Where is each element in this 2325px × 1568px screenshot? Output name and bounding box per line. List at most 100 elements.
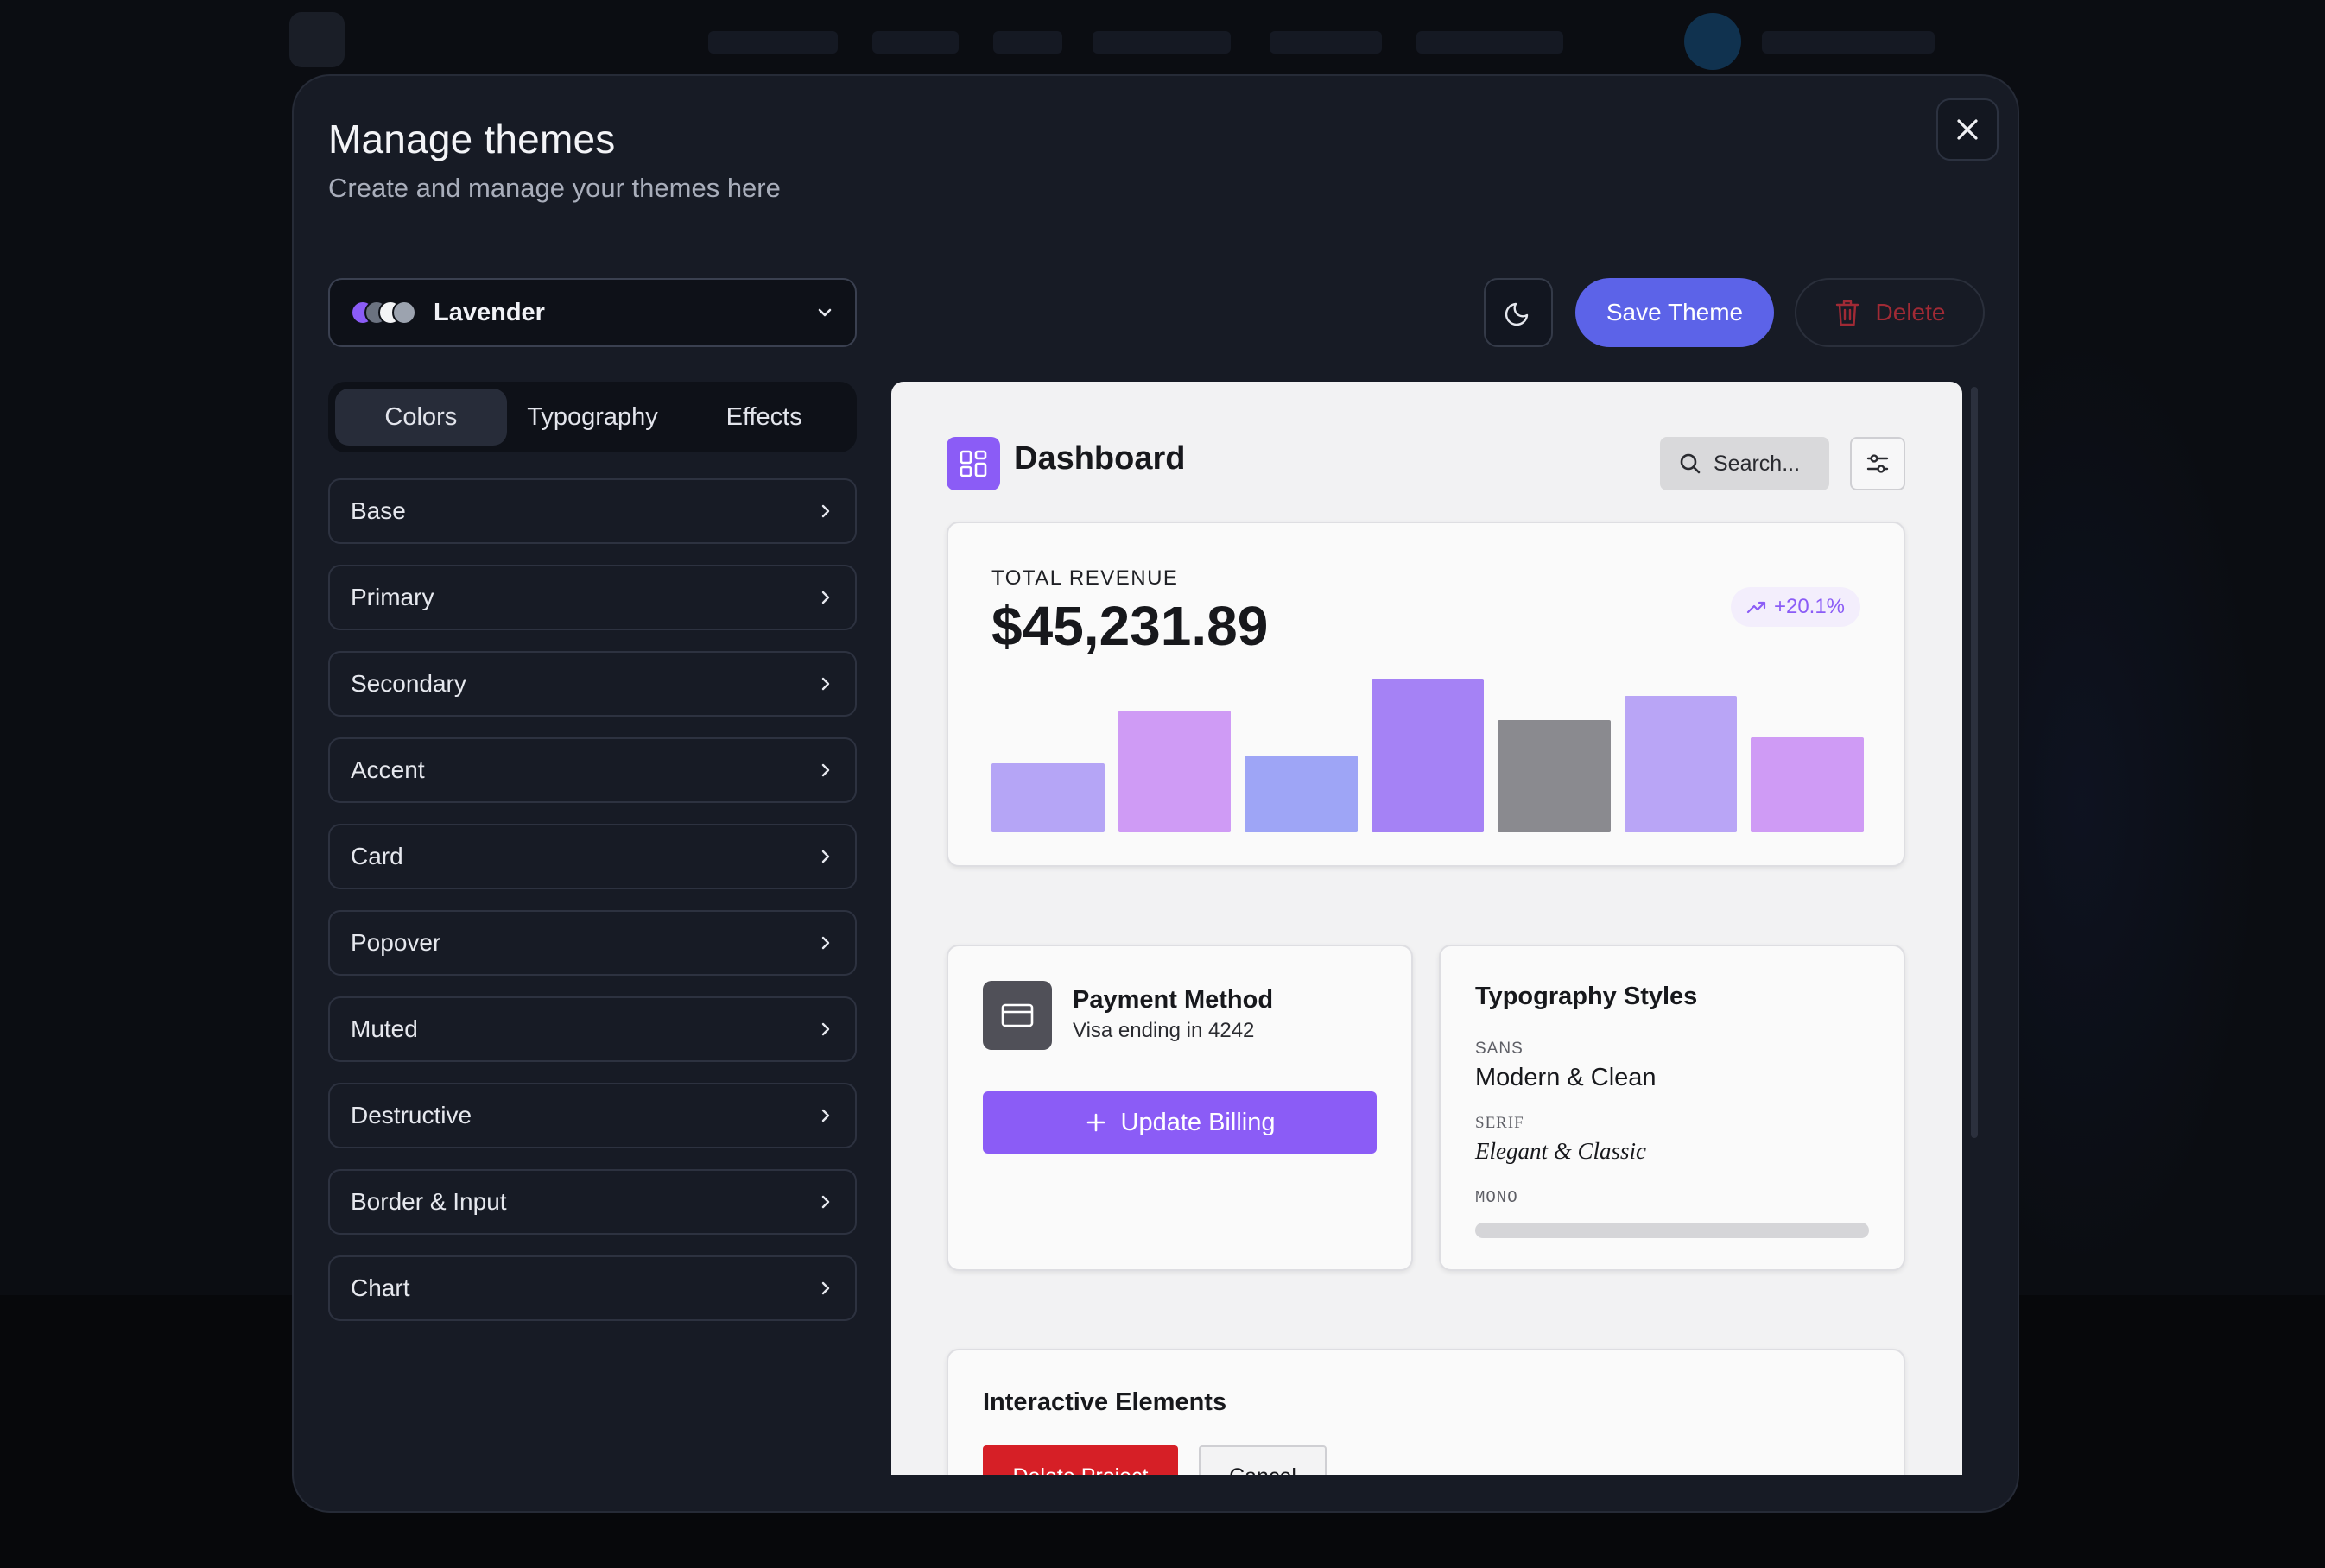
revenue-card: TOTAL REVENUE $45,231.89 +20.1%: [947, 522, 1905, 867]
chart-bar: [1371, 679, 1485, 832]
selected-theme-name: Lavender: [434, 298, 545, 326]
payment-method-card: Payment Method Visa ending in 4242 Updat…: [947, 945, 1413, 1271]
preview-scrollbar[interactable]: [1971, 387, 1978, 1138]
cancel-button[interactable]: Cancel: [1199, 1445, 1327, 1475]
revenue-change-badge: +20.1%: [1731, 587, 1860, 627]
typography-title: Typography Styles: [1475, 983, 1698, 1010]
payment-title: Payment Method: [1073, 986, 1274, 1014]
section-label: Chart: [351, 1274, 410, 1301]
background-nav-link: [1093, 31, 1231, 54]
section-label: Border & Input: [351, 1188, 507, 1215]
chart-bar: [991, 762, 1105, 832]
chevron-down-icon: [815, 303, 834, 322]
update-billing-button[interactable]: Update Billing: [983, 1091, 1377, 1154]
save-theme-button[interactable]: Save Theme: [1575, 278, 1774, 347]
trash-icon: [1834, 298, 1860, 327]
serif-sample: Elegant & Classic: [1475, 1138, 1646, 1164]
section-popover[interactable]: Popover: [328, 910, 857, 976]
background-nav-link: [872, 31, 959, 54]
background-nav-link: [708, 31, 838, 54]
theme-select-dropdown[interactable]: Lavender: [328, 278, 857, 347]
background-user-name: [1762, 31, 1935, 54]
chevron-right-icon: [817, 503, 834, 520]
color-sections-list: Base Primary Secondary Accent Card Popov…: [328, 478, 857, 1342]
chevron-right-icon: [817, 675, 834, 692]
dashboard-title: Dashboard: [1014, 440, 1186, 477]
section-card[interactable]: Card: [328, 824, 857, 889]
section-label: Primary: [351, 584, 434, 610]
chart-bar: [1245, 756, 1358, 832]
typography-styles-card: Typography Styles SANS Modern & Clean SE…: [1439, 945, 1905, 1271]
section-muted[interactable]: Muted: [328, 996, 857, 1062]
section-destructive[interactable]: Destructive: [328, 1083, 857, 1148]
update-billing-label: Update Billing: [1120, 1108, 1276, 1136]
theme-swatches: [351, 300, 416, 325]
chart-bar: [1624, 695, 1738, 832]
background-navbar: [0, 0, 2325, 86]
mono-sample-placeholder: [1475, 1223, 1869, 1238]
theme-preview-panel: Dashboard Search... TOTAL REVENUE $45,23…: [891, 382, 1962, 1475]
interactive-elements-card: Interactive Elements Delete Project Canc…: [947, 1349, 1905, 1475]
chevron-right-icon: [817, 1193, 834, 1211]
sans-label: SANS: [1475, 1040, 1524, 1058]
chevron-right-icon: [817, 589, 834, 606]
background-nav-link: [1270, 31, 1382, 54]
filter-button[interactable]: [1850, 437, 1905, 490]
delete-theme-button[interactable]: Delete: [1795, 278, 1985, 347]
payment-subtitle: Visa ending in 4242: [1073, 1019, 1255, 1042]
section-label: Card: [351, 843, 403, 869]
section-label: Destructive: [351, 1102, 472, 1129]
chevron-right-icon: [817, 1021, 834, 1038]
revenue-bar-chart: [991, 679, 1864, 832]
mono-label: MONO: [1475, 1188, 1518, 1207]
revenue-change-text: +20.1%: [1773, 595, 1846, 618]
close-icon: [1954, 117, 1980, 142]
moon-icon: [1503, 297, 1534, 328]
tab-typography[interactable]: Typography: [507, 389, 679, 446]
background-nav-link: [1416, 31, 1563, 54]
chart-bar: [1751, 737, 1864, 832]
modal-subtitle: Create and manage your themes here: [328, 173, 781, 203]
chart-bar: [1118, 711, 1232, 832]
background-logo: [289, 12, 345, 67]
chevron-right-icon: [817, 934, 834, 952]
section-chart[interactable]: Chart: [328, 1255, 857, 1321]
interactive-title: Interactive Elements: [983, 1388, 1227, 1416]
chevron-right-icon: [817, 1107, 834, 1124]
swatch-muted: [392, 300, 416, 325]
section-label: Accent: [351, 756, 425, 783]
tab-colors[interactable]: Colors: [335, 389, 507, 446]
section-border-input[interactable]: Border & Input: [328, 1169, 857, 1235]
background-avatar: [1684, 13, 1741, 70]
section-base[interactable]: Base: [328, 478, 857, 544]
search-placeholder: Search...: [1714, 451, 1801, 476]
credit-card-icon: [983, 981, 1052, 1050]
section-secondary[interactable]: Secondary: [328, 651, 857, 717]
section-label: Secondary: [351, 670, 466, 697]
chart-bar: [1498, 720, 1611, 832]
section-label: Base: [351, 497, 406, 524]
background-nav-link: [993, 31, 1062, 54]
trending-up-icon: [1746, 599, 1767, 615]
dark-mode-toggle[interactable]: [1484, 278, 1553, 347]
chevron-right-icon: [817, 762, 834, 779]
modal-title: Manage themes: [328, 117, 616, 161]
delete-project-button[interactable]: Delete Project: [983, 1445, 1178, 1475]
close-button[interactable]: [1936, 98, 1999, 161]
plus-icon: [1085, 1111, 1107, 1134]
editor-tabs: Colors Typography Effects: [328, 382, 857, 452]
chevron-right-icon: [817, 848, 834, 865]
chevron-right-icon: [817, 1280, 834, 1297]
section-label: Popover: [351, 929, 441, 956]
delete-label: Delete: [1875, 299, 1946, 326]
preview-search-input[interactable]: Search...: [1660, 437, 1829, 490]
sliders-icon: [1866, 452, 1890, 476]
dashboard-icon: [947, 437, 1000, 490]
sans-sample: Modern & Clean: [1475, 1064, 1657, 1091]
tab-effects[interactable]: Effects: [678, 389, 850, 446]
search-icon: [1679, 452, 1701, 475]
section-primary[interactable]: Primary: [328, 565, 857, 630]
section-label: Muted: [351, 1015, 418, 1042]
section-accent[interactable]: Accent: [328, 737, 857, 803]
revenue-label: TOTAL REVENUE: [991, 566, 1179, 590]
